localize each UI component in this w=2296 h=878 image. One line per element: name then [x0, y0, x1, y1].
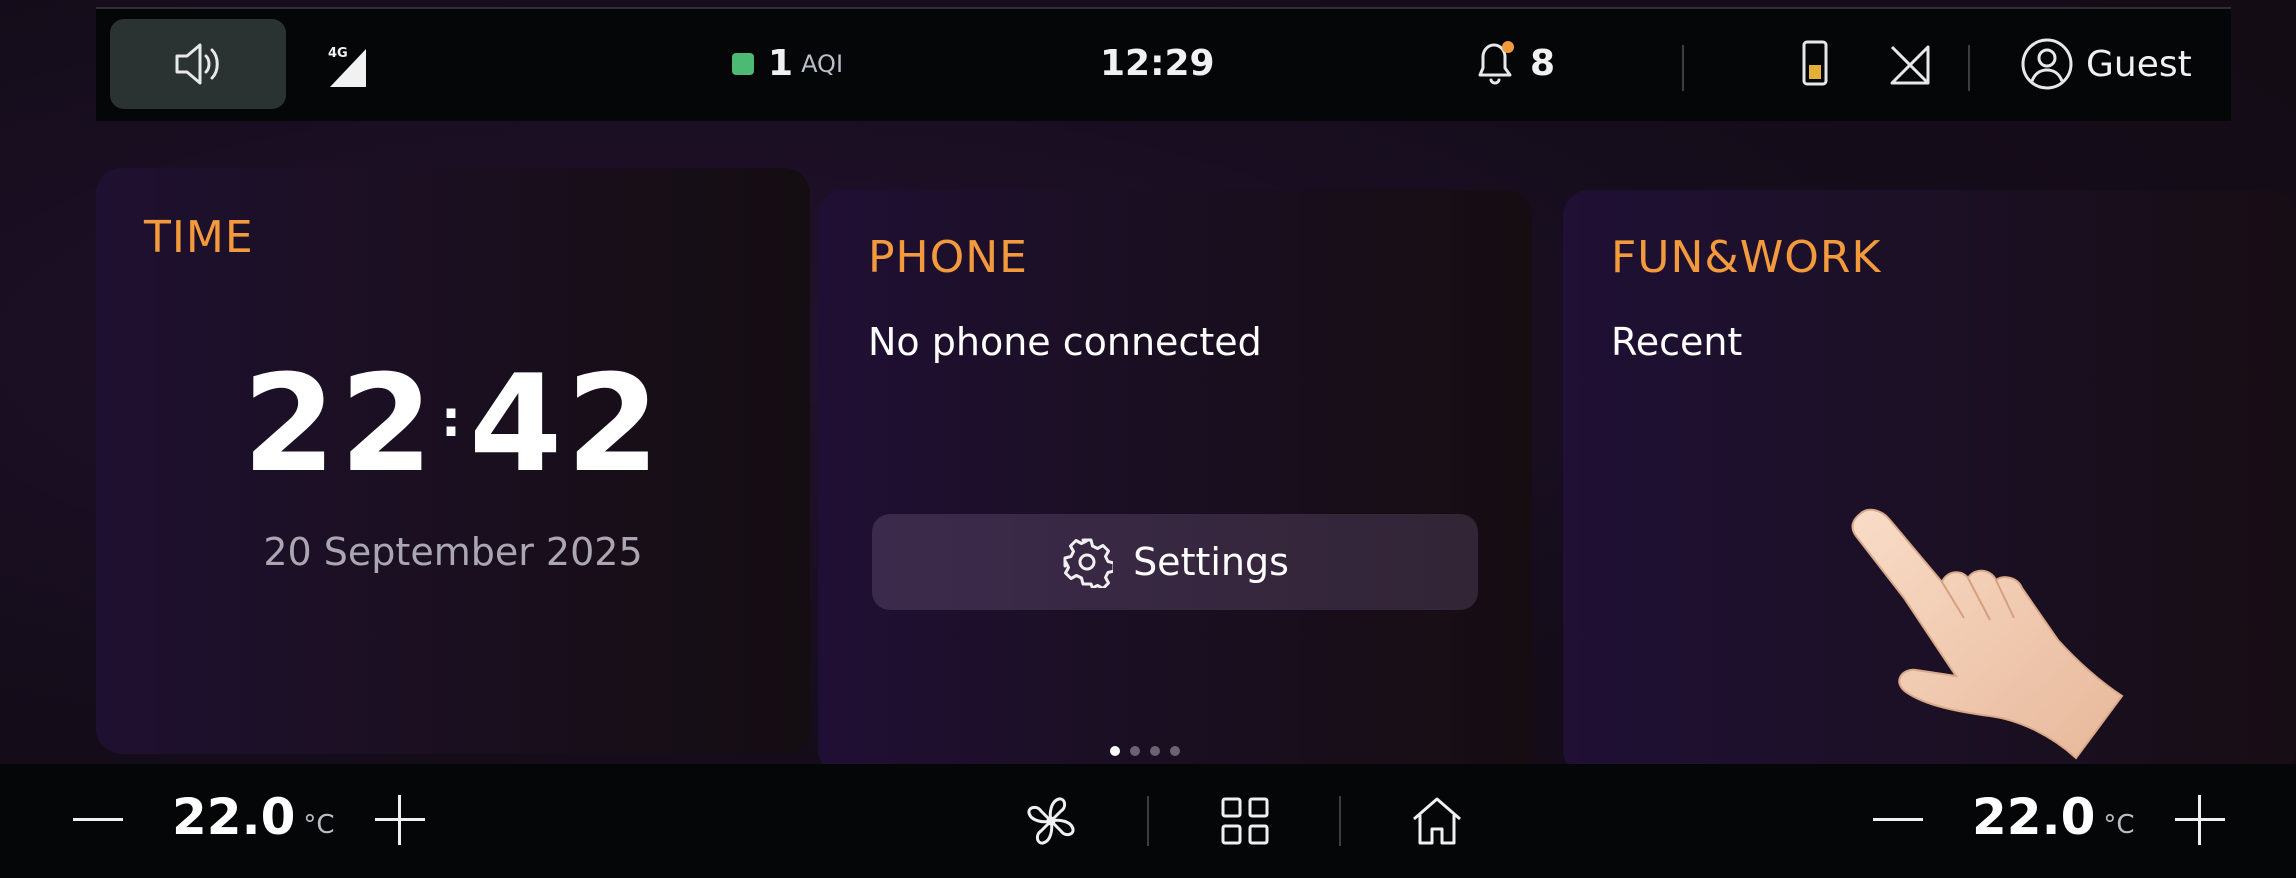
- fun-work-subtitle: Recent: [1611, 320, 1743, 364]
- apps-grid-icon: [1221, 797, 1269, 845]
- fun-work-card-title: FUN&WORK: [1611, 232, 1882, 283]
- speaker-icon: [175, 43, 219, 85]
- notification-count: 8: [1530, 42, 1556, 84]
- divider: [1682, 45, 1684, 91]
- page-dot[interactable]: [1110, 746, 1120, 756]
- phone-card-title: PHONE: [868, 232, 1028, 283]
- signal-icon: 4G: [328, 46, 366, 87]
- divider: [1339, 796, 1341, 846]
- plus-icon: [2175, 795, 2225, 845]
- left-temp-unit: °C: [303, 810, 335, 840]
- phone-status: No phone connected: [868, 320, 1262, 364]
- fan-icon: [1027, 797, 1075, 845]
- profile-name: Guest: [2086, 43, 2192, 85]
- bell-icon: [1478, 41, 1514, 85]
- no-signal: [1888, 41, 1932, 87]
- home-button[interactable]: [1400, 786, 1474, 856]
- left-temperature: 22.0 °C: [172, 788, 335, 846]
- left-temp-increase-button[interactable]: [364, 786, 436, 854]
- fan-button[interactable]: [1014, 786, 1088, 856]
- cellular-signal: 4G: [326, 41, 370, 91]
- right-temperature: 22.0 °C: [1972, 788, 2135, 846]
- divider: [1147, 796, 1149, 846]
- no-signal-icon: [1890, 45, 1930, 85]
- phone-battery: [1802, 39, 1828, 87]
- pointing-hand-illustration: [1851, 508, 2124, 760]
- clock-text: 12:29: [1100, 43, 1215, 84]
- minus-icon: [1873, 818, 1923, 821]
- big-clock: 22:42: [242, 346, 664, 502]
- volume-button[interactable]: [110, 19, 286, 109]
- page-dot[interactable]: [1150, 746, 1160, 756]
- page-dot[interactable]: [1170, 746, 1180, 756]
- network-type: 4G: [328, 46, 348, 61]
- clock-minutes: 42: [469, 346, 664, 502]
- clock-hours: 22: [242, 346, 437, 502]
- minus-icon: [73, 818, 123, 821]
- status-bar: 4G 1 AQI 12:29 8 Guest: [96, 7, 2231, 121]
- right-temp-value: 22.0: [1972, 788, 2096, 846]
- right-temp-increase-button[interactable]: [2164, 786, 2236, 854]
- plus-icon: [375, 795, 425, 845]
- divider: [1968, 45, 1970, 91]
- apps-button[interactable]: [1208, 786, 1282, 856]
- time-card-title: TIME: [144, 212, 254, 263]
- profile-button[interactable]: Guest: [2020, 37, 2192, 91]
- date-text: 20 September 2025: [263, 530, 643, 574]
- left-temp-value: 22.0: [172, 788, 296, 846]
- page-indicator: [1110, 746, 1180, 756]
- user-icon: [2021, 38, 2073, 90]
- aqi-indicator[interactable]: 1 AQI: [732, 43, 843, 84]
- phone-card[interactable]: PHONE No phone connected Settings: [818, 190, 1532, 776]
- right-temp-unit: °C: [2103, 810, 2135, 840]
- settings-label: Settings: [1133, 540, 1289, 584]
- status-clock: 12:29: [1100, 43, 1215, 84]
- time-card[interactable]: TIME 22:42 20 September 2025: [96, 168, 810, 754]
- phone-battery-icon: [1802, 40, 1828, 86]
- phone-settings-button[interactable]: Settings: [872, 514, 1478, 610]
- home-icon: [1413, 797, 1461, 845]
- left-temp-decrease-button[interactable]: [60, 790, 136, 850]
- right-temp-decrease-button[interactable]: [1860, 790, 1936, 850]
- aqi-value: 1: [768, 43, 794, 84]
- notifications[interactable]: 8: [1472, 37, 1555, 89]
- climate-bar: 22.0 °C 22.0 °C: [0, 764, 2296, 878]
- gear-icon: [1063, 538, 1114, 588]
- aqi-square-icon: [732, 52, 754, 75]
- aqi-label: AQI: [801, 49, 844, 78]
- page-dot[interactable]: [1130, 746, 1140, 756]
